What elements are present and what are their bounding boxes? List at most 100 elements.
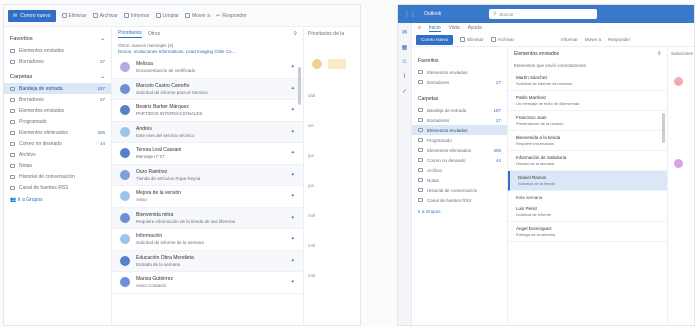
folder-item-deleted[interactable]: Elementos eliminados 306 (4, 127, 111, 138)
folder-item-drafts[interactable]: Borradores 27 (4, 94, 111, 105)
scrollbar[interactable] (662, 113, 665, 143)
favorites-header[interactable]: Favoritos (412, 55, 507, 67)
tab-view[interactable]: Vista (449, 25, 460, 31)
pin-icon[interactable]: ✦ (279, 279, 295, 285)
mail-icon[interactable]: ✉ (402, 29, 407, 36)
reply-button[interactable]: ↩ Responder (216, 13, 247, 19)
account-header[interactable]: Carpetas (412, 93, 507, 105)
attach-icon[interactable]: ⌇ (403, 73, 406, 80)
report-button[interactable]: Informar (123, 13, 150, 19)
delete-button[interactable]: Eliminar (460, 37, 484, 42)
archive-button[interactable]: Archivar (490, 37, 514, 42)
pin-icon[interactable]: ✦ (279, 64, 295, 70)
list-item[interactable]: Luis Pérez Solicitud de informe (508, 202, 667, 222)
pin-icon[interactable]: ✦ (279, 172, 295, 178)
folder-item-scheduled[interactable]: Programado (4, 116, 111, 127)
filter-icon[interactable]: ⚲ (293, 31, 297, 37)
folder-item-archive[interactable]: Archivo (4, 149, 111, 160)
report-button[interactable]: Informar (561, 37, 578, 42)
tab-help[interactable]: Ayuda (468, 25, 482, 31)
list-item[interactable]: Andrés Este mes del servicio técnico ✦ (112, 121, 303, 143)
clock-icon (10, 119, 15, 124)
groups-link[interactable]: Ir a Grupos (412, 205, 507, 218)
folder-item-junk[interactable]: Correo no deseado 44 (4, 138, 111, 149)
search-input[interactable]: ⚲ Buscar (489, 9, 598, 19)
message-sender: Marcelo Castro Carreño (136, 82, 190, 89)
favorite-item[interactable]: Borradores 27 (4, 56, 111, 67)
todo-icon[interactable]: ✓ (402, 88, 407, 95)
folder-item-history[interactable]: Historial de conversación (4, 171, 111, 182)
favorite-item[interactable]: Elementos enviados (412, 67, 507, 77)
list-item[interactable]: Ouro Ramírez Tienda de artículos Ropa Rey… (112, 164, 303, 186)
pin-icon[interactable]: ✦ (279, 107, 295, 113)
junk-icon (418, 158, 423, 162)
list-item[interactable]: Información Solicitud de informe de la se… (112, 229, 303, 251)
pin-icon[interactable]: ✦ (279, 86, 295, 92)
message-subject: Tienda de artículos Ropa Reyna (136, 175, 201, 181)
pin-icon[interactable]: ✦ (279, 215, 295, 221)
folder-item-history[interactable]: Historial de conversación (412, 185, 507, 195)
folder-item-inbox[interactable]: Bandeja de entrada 187 (412, 105, 507, 115)
tab-home[interactable]: Inicio (428, 25, 441, 32)
new-mail-button[interactable]: ✉ Correo nuevo (8, 9, 56, 22)
app-launcher-icon[interactable]: ⋮⋮ (404, 11, 416, 18)
archive-button[interactable]: Archivar (92, 13, 118, 19)
move-button[interactable]: Mover a (585, 37, 601, 42)
menu-icon[interactable]: ≡ (418, 25, 421, 31)
sweep-button[interactable]: Limpiar (155, 13, 179, 19)
groups-link[interactable]: 👥 Ir a Grupos (4, 193, 111, 207)
list-item[interactable]: Mejora de la versión Aviso ✦ (112, 186, 303, 208)
pin-icon[interactable]: ✦ (279, 193, 295, 199)
people-icon[interactable]: ☺ (401, 59, 407, 65)
folder-item-junk[interactable]: Correo no deseado 44 (412, 155, 507, 165)
list-item[interactable]: Marisa Gutiérrez Aviso Contacto ✦ (112, 272, 303, 294)
message-sender: Martín Sánchez (516, 75, 548, 80)
tab-focused[interactable]: Prioritarios (118, 30, 142, 38)
tab-other[interactable]: Otros (148, 31, 160, 37)
delete-button[interactable]: Eliminar (61, 13, 87, 19)
filter-icon[interactable]: ⚲ (657, 51, 661, 57)
folder-item-sent[interactable]: Elementos enviados (4, 105, 111, 116)
calendar-icon[interactable]: ▦ (402, 44, 408, 51)
favorite-item[interactable]: Borradores 27 (412, 77, 507, 87)
folder-item-notes[interactable]: Notas (412, 175, 507, 185)
message-header: Daniel Ramos (518, 175, 659, 180)
folder-item-notes[interactable]: Notas (4, 160, 111, 171)
folder-item-rss[interactable]: Canal de fuentes RSS (4, 182, 111, 193)
list-item[interactable]: Información de Sabiduría Horario de la se… (508, 151, 667, 171)
move-button[interactable]: Mover a (184, 13, 210, 19)
list-item[interactable]: Melissa Documentación de certificado ✦ (112, 57, 303, 79)
other-banner[interactable]: Otros: nuevos mensajes (4) Denon, Invita… (118, 43, 297, 55)
account-header[interactable]: Carpetas ⌄ (4, 71, 111, 83)
list-item[interactable]: Educación Obra Mendieta Entrada de la sem… (112, 250, 303, 272)
folder-item-scheduled[interactable]: Programado (412, 135, 507, 145)
folder-item-sent[interactable]: Elementos enviados (412, 125, 507, 135)
folder-item-archive[interactable]: Archivo (412, 165, 507, 175)
list-item[interactable]: Pablo Martínez Un mensaje de texto de Bie… (508, 91, 667, 111)
pin-icon[interactable]: ✦ (279, 236, 295, 242)
pin-icon[interactable]: ✦ (279, 129, 295, 135)
favorite-item[interactable]: Elementos enviados (4, 45, 111, 56)
reply-button[interactable]: Responder (608, 37, 630, 42)
list-item[interactable]: Martín Sánchez Solicitud de informe del s… (508, 71, 667, 91)
pin-icon[interactable]: ✦ (279, 150, 295, 156)
pin-icon[interactable]: ✦ (279, 258, 295, 264)
folder-item-rss[interactable]: Canal de fuentes RSS (412, 195, 507, 205)
list-title: Elementos enviados (514, 51, 560, 57)
list-item[interactable]: Marcelo Castro Carreño Solicitud de infor… (112, 78, 303, 100)
scrollbar[interactable] (298, 67, 301, 105)
list-item[interactable]: Bienvenida a la tienda Requiere informaci… (508, 131, 667, 151)
folder-item-drafts[interactable]: Borradores 27 (412, 115, 507, 125)
folder-item-deleted[interactable]: Elementos eliminados 306 (412, 145, 507, 155)
list-item[interactable]: Teresa Leal Cassani Mensaje nº 27 ✦ (112, 143, 303, 165)
message-sender: Ouro Ramírez (136, 168, 168, 175)
list-item[interactable]: Bienvenida mitra Requiere información de … (112, 207, 303, 229)
new-mail-button[interactable]: Correo nuevo (416, 34, 454, 45)
list-item[interactable]: Ángel Domínguez Entrega de la semana (508, 222, 667, 242)
favorites-header[interactable]: Favoritos ⌄ (4, 33, 111, 45)
list-item[interactable]: Daniel Ramos Solicitud de la tienda (508, 171, 667, 191)
list-item[interactable]: Francisco Juan Presentación de la reunión (508, 111, 667, 131)
folder-item-inbox[interactable]: Bandeja de entrada 187 (4, 83, 111, 94)
list-item[interactable]: Beatriz Barber Márquez PARTIDOS INTERNACI… (112, 100, 303, 122)
chevron-down-icon: ⌄ (100, 36, 105, 42)
